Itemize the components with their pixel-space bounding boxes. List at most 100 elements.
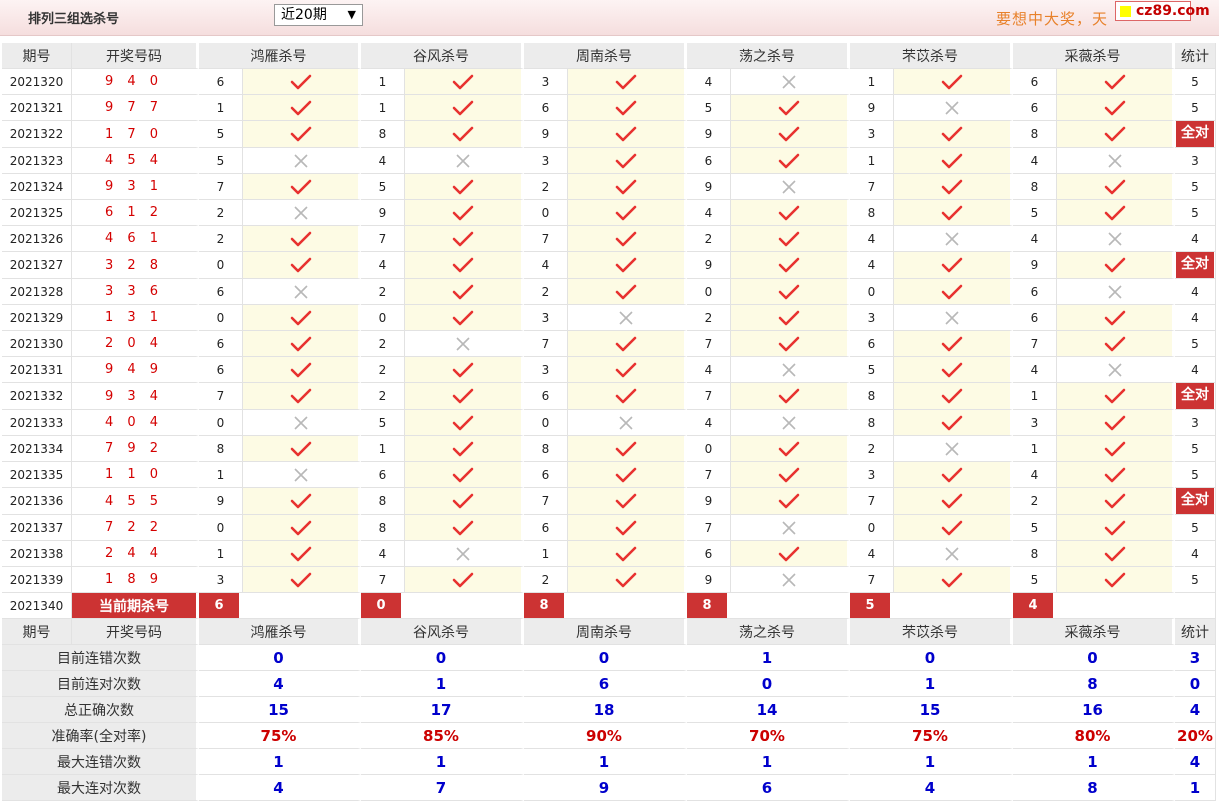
col-header-expert: 谷风杀号 — [361, 43, 524, 69]
kill-number-table: 期号 开奖号码 鸿雁杀号 谷风杀号 周南杀号 荡之杀号 芣苡杀号 采薇杀号 统计 2021320 9… — [2, 43, 1216, 801]
check-icon — [243, 74, 358, 90]
draw-number-cell: 3 2 8 — [72, 252, 199, 279]
col-header-expert: 芣苡杀号 — [850, 43, 1013, 69]
summary-label: 最大连错次数 — [2, 749, 199, 775]
kill-number-cell: 2 — [524, 174, 568, 200]
stat-cell: 全对 — [1175, 488, 1216, 515]
col-header-expert: 荡之杀号 — [687, 619, 850, 645]
check-icon — [568, 572, 684, 588]
summary-value: 9 — [524, 775, 687, 801]
result-cell — [894, 383, 1013, 410]
table-row: 2021337 7 2 20867055 — [2, 515, 1216, 541]
draw-number-cell: 3 3 6 — [72, 279, 199, 305]
check-icon — [405, 572, 521, 588]
site-logo[interactable]: cz89.com — [1115, 1, 1210, 21]
check-icon — [243, 441, 358, 457]
result-cell — [731, 252, 850, 279]
cross-icon — [731, 520, 847, 536]
kill-number-cell: 4 — [850, 541, 894, 567]
summary-row: 最大连错次数 1 1 1 1 1 1 4 — [2, 749, 1216, 775]
check-icon — [731, 126, 847, 142]
period-select[interactable]: 近20期 ▼ — [274, 4, 363, 26]
logo-square-icon — [1120, 6, 1131, 17]
result-cell — [243, 174, 361, 200]
kill-number-cell: 6 — [524, 383, 568, 410]
check-icon — [405, 205, 521, 221]
issue-cell: 2021326 — [2, 226, 72, 252]
kill-number-cell: 9 — [687, 488, 731, 515]
result-cell — [568, 121, 687, 148]
kill-number-cell: 1 — [199, 541, 243, 567]
check-icon — [243, 388, 358, 404]
check-icon — [894, 467, 1010, 483]
stat-cell: 5 — [1175, 515, 1216, 541]
check-icon — [405, 100, 521, 116]
result-cell — [1057, 95, 1175, 121]
result-cell — [243, 305, 361, 331]
check-icon — [405, 310, 521, 326]
kill-number-cell: 0 — [524, 200, 568, 226]
check-icon — [568, 362, 684, 378]
check-icon — [731, 336, 847, 352]
summary-value: 0 — [850, 645, 1013, 671]
kill-number-cell: 5 — [361, 174, 405, 200]
kill-number-cell: 4 — [1013, 148, 1057, 174]
check-icon — [731, 493, 847, 509]
current-stat-cell — [1175, 593, 1216, 619]
current-kill-cell: 8 — [524, 593, 687, 619]
kill-number-cell: 0 — [687, 279, 731, 305]
summary-row: 准确率(全对率) 75% 85% 90% 70% 75% 80% 20% — [2, 723, 1216, 749]
check-icon — [1057, 74, 1172, 90]
all-correct-badge: 全对 — [1176, 383, 1214, 409]
cross-icon — [731, 179, 847, 195]
check-icon — [1057, 388, 1172, 404]
result-cell — [243, 95, 361, 121]
result-cell — [243, 148, 361, 174]
kill-number-cell: 4 — [361, 252, 405, 279]
kill-number-cell: 9 — [199, 488, 243, 515]
check-icon — [1057, 179, 1172, 195]
kill-number-cell: 6 — [687, 148, 731, 174]
result-cell — [243, 541, 361, 567]
cross-icon — [243, 205, 358, 221]
stat-cell: 3 — [1175, 410, 1216, 436]
kill-number-cell: 7 — [850, 174, 894, 200]
issue-cell: 2021329 — [2, 305, 72, 331]
kill-number-cell: 4 — [1013, 462, 1057, 488]
draw-number-cell: 1 8 9 — [72, 567, 199, 593]
summary-value: 1 — [524, 749, 687, 775]
kill-number-cell: 3 — [850, 462, 894, 488]
draw-number-cell: 4 0 4 — [72, 410, 199, 436]
cross-icon — [731, 362, 847, 378]
all-correct-badge: 全对 — [1176, 488, 1214, 514]
kill-number-cell: 4 — [687, 200, 731, 226]
cross-icon — [894, 231, 1010, 247]
cross-icon — [405, 153, 521, 169]
check-icon — [1057, 572, 1172, 588]
result-cell — [1057, 279, 1175, 305]
cross-icon — [405, 546, 521, 562]
draw-number-cell: 9 3 4 — [72, 383, 199, 410]
table-row: 2021338 2 4 41416484 — [2, 541, 1216, 567]
issue-cell: 2021331 — [2, 357, 72, 383]
slogan-text: 要想中大奖，天 — [996, 10, 1109, 28]
check-icon — [243, 572, 358, 588]
check-icon — [894, 415, 1010, 431]
result-cell — [405, 279, 524, 305]
summary-value: 7 — [361, 775, 524, 801]
kill-number-cell: 5 — [361, 410, 405, 436]
table-row: 2021325 6 1 22 9 0 4 8 5 5 — [2, 200, 1216, 226]
col-header-expert: 采薇杀号 — [1013, 43, 1175, 69]
summary-value: 1 — [361, 671, 524, 697]
check-icon — [1057, 493, 1172, 509]
kill-number-cell: 7 — [524, 331, 568, 357]
table-row: 2021321 9 7 71165965 — [2, 95, 1216, 121]
result-cell — [731, 95, 850, 121]
kill-number-cell: 0 — [850, 279, 894, 305]
kill-number-cell: 4 — [687, 357, 731, 383]
result-cell — [894, 200, 1013, 226]
result-cell — [405, 121, 524, 148]
result-cell — [1057, 541, 1175, 567]
cross-icon — [894, 100, 1010, 116]
result-cell — [568, 383, 687, 410]
